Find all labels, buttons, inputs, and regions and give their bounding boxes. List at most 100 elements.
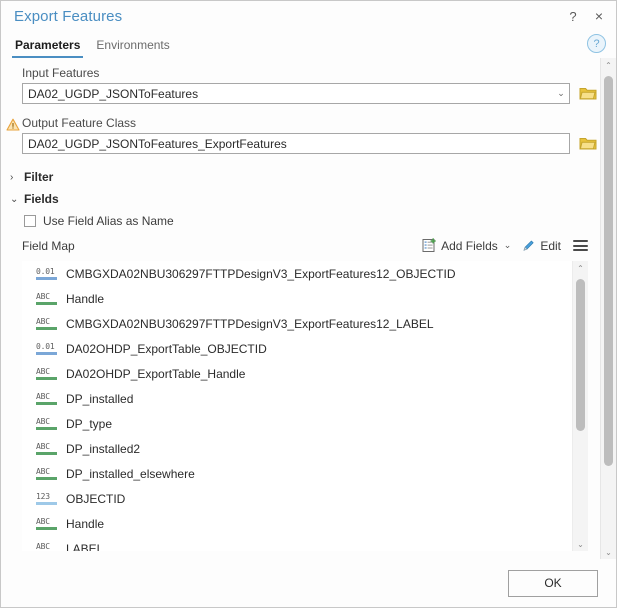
use-field-alias-checkbox[interactable] (24, 215, 36, 227)
output-feature-class-browse-button[interactable] (576, 134, 600, 154)
dialog-body: Input Features DA02_UGDP_JSONToFeatures … (1, 58, 616, 559)
dialog-scroll-down-button[interactable]: ⌄ (601, 545, 616, 559)
field-type-glyph: ABC (36, 392, 50, 401)
field-map-row-name: DA02OHDP_ExportTable_Handle (66, 366, 246, 381)
field-type-glyph: 0.01 (36, 342, 55, 351)
tab-parameters[interactable]: Parameters (12, 38, 84, 58)
close-button[interactable]: × (586, 4, 612, 28)
dialog-footer: OK (1, 559, 616, 607)
section-fields-label: Fields (24, 192, 59, 206)
text-field-type-icon: ABC (36, 316, 58, 332)
field-type-glyph: ABC (36, 442, 50, 451)
text-field-type-icon: ABC (36, 466, 58, 482)
chevron-right-icon: › (10, 171, 14, 183)
field-type-underline (36, 377, 57, 380)
field-type-glyph: ABC (36, 517, 50, 526)
edit-button[interactable]: Edit (521, 238, 561, 253)
field-type-underline (36, 427, 57, 430)
field-map-row-name: CMBGXDA02NBU306297FTTPDesignV3_ExportFea… (66, 316, 434, 331)
field-map-row-name: CMBGXDA02NBU306297FTTPDesignV3_ExportFea… (66, 266, 456, 281)
field-map-toolbar: Field Map Add Fields ⌄ Edit (1, 232, 600, 257)
field-map-row[interactable]: ABC DP_installed (22, 386, 572, 411)
output-feature-class-row: DA02_UGDP_JSONToFeatures_ExportFeatures (1, 133, 600, 154)
field-map-row[interactable]: ABC DP_type (22, 411, 572, 436)
field-map-row[interactable]: ABC CMBGXDA02NBU306297FTTPDesignV3_Export… (22, 311, 572, 336)
dialog-scrollbar[interactable]: ⌃ ⌄ (600, 58, 616, 559)
field-map-row[interactable]: ABC DA02OHDP_ExportTable_Handle (22, 361, 572, 386)
field-map-row-name: DP_installed (66, 391, 134, 406)
field-map-row[interactable]: 123 OBJECTID (22, 486, 572, 511)
output-feature-class-input[interactable]: DA02_UGDP_JSONToFeatures_ExportFeatures (22, 133, 570, 154)
dialog-scroll-thumb[interactable] (604, 76, 613, 466)
tab-bar: Parameters Environments ? (1, 31, 616, 58)
text-field-type-icon: ABC (36, 291, 58, 307)
section-filter[interactable]: › Filter (1, 166, 600, 188)
edit-label: Edit (540, 238, 561, 253)
folder-icon (579, 88, 597, 100)
field-map-row[interactable]: ABC DP_installed_elsewhere (22, 461, 572, 486)
output-feature-class-label-row: Output Feature Class (1, 116, 600, 133)
field-map-row-name: Handle (66, 516, 105, 531)
oid-field-type-icon: 123 (36, 491, 58, 507)
help-button[interactable]: ? (560, 4, 586, 28)
field-type-underline (36, 352, 57, 355)
double-field-type-icon: 0.01 (36, 341, 58, 357)
help-circle-icon[interactable]: ? (587, 34, 606, 53)
input-features-combobox[interactable]: DA02_UGDP_JSONToFeatures ⌄ (22, 83, 570, 104)
add-fields-button[interactable]: Add Fields ⌄ (422, 238, 511, 253)
field-map-row-name: DP_installed_elsewhere (66, 466, 195, 481)
folder-icon (579, 138, 597, 150)
field-type-underline (36, 452, 57, 455)
field-list-scroll-thumb[interactable] (576, 279, 585, 431)
section-fields[interactable]: ⌄ Fields (1, 188, 600, 210)
warning-triangle-icon (6, 118, 20, 131)
field-type-glyph: 123 (36, 492, 50, 501)
output-feature-class-label: Output Feature Class (22, 116, 137, 130)
field-type-underline (36, 277, 57, 280)
export-features-dialog: Export Features ? × Parameters Environme… (0, 0, 617, 608)
add-fields-chevron-down-icon[interactable]: ⌄ (504, 240, 512, 251)
field-map-list: 0.01 CMBGXDA02NBU306297FTTPDesignV3_Expor… (22, 261, 588, 551)
field-map-row[interactable]: 0.01 DA02OHDP_ExportTable_OBJECTID (22, 336, 572, 361)
hamburger-menu-icon[interactable] (573, 240, 588, 251)
tab-environments[interactable]: Environments (93, 38, 172, 58)
field-map-row-name: DA02OHDP_ExportTable_OBJECTID (66, 341, 267, 356)
double-field-type-icon: 0.01 (36, 266, 58, 282)
field-type-glyph: ABC (36, 367, 50, 376)
pencil-icon (523, 240, 534, 251)
field-map-row[interactable]: 0.01 CMBGXDA02NBU306297FTTPDesignV3_Expor… (22, 261, 572, 286)
input-features-value: DA02_UGDP_JSONToFeatures (28, 86, 199, 101)
ok-button[interactable]: OK (508, 569, 598, 597)
field-map-row-name: DP_type (66, 416, 113, 431)
field-map-row-name: Handle (66, 291, 105, 306)
input-features-browse-button[interactable] (576, 84, 600, 104)
field-map-row[interactable]: ABC Handle (22, 511, 572, 536)
parameters-panel: Input Features DA02_UGDP_JSONToFeatures … (1, 58, 600, 559)
text-field-type-icon: ABC (36, 416, 58, 432)
field-list-scrollbar[interactable]: ⌃ ⌄ (572, 261, 588, 551)
input-features-row: DA02_UGDP_JSONToFeatures ⌄ (1, 83, 600, 104)
dialog-title: Export Features (14, 7, 123, 25)
dialog-scroll-up-button[interactable]: ⌃ (601, 58, 616, 72)
field-map-list-items: 0.01 CMBGXDA02NBU306297FTTPDesignV3_Expor… (22, 261, 572, 551)
field-map-row[interactable]: ABC Handle (22, 286, 572, 311)
text-field-type-icon: ABC (36, 516, 58, 532)
field-type-underline (36, 502, 57, 505)
field-list-scroll-down-button[interactable]: ⌄ (573, 537, 588, 551)
field-map-row[interactable]: ABC DP_installed2 (22, 436, 572, 461)
field-map-row[interactable]: ABC LABEL (22, 536, 572, 552)
field-map-row-name: DP_installed2 (66, 441, 141, 456)
output-feature-class-value: DA02_UGDP_JSONToFeatures_ExportFeatures (28, 136, 287, 151)
text-field-type-icon: ABC (36, 391, 58, 407)
field-map-row-name: LABEL (66, 541, 104, 552)
title-bar: Export Features ? × (1, 1, 616, 31)
section-filter-label: Filter (24, 170, 54, 184)
field-type-glyph: ABC (36, 292, 50, 301)
input-features-label: Input Features (22, 66, 100, 80)
chevron-down-icon[interactable]: ⌄ (553, 89, 569, 98)
field-type-underline (36, 402, 57, 405)
field-type-glyph: 0.01 (36, 267, 55, 276)
add-fields-icon (422, 238, 436, 252)
field-list-scroll-up-button[interactable]: ⌃ (573, 261, 588, 275)
field-type-glyph: ABC (36, 317, 50, 326)
